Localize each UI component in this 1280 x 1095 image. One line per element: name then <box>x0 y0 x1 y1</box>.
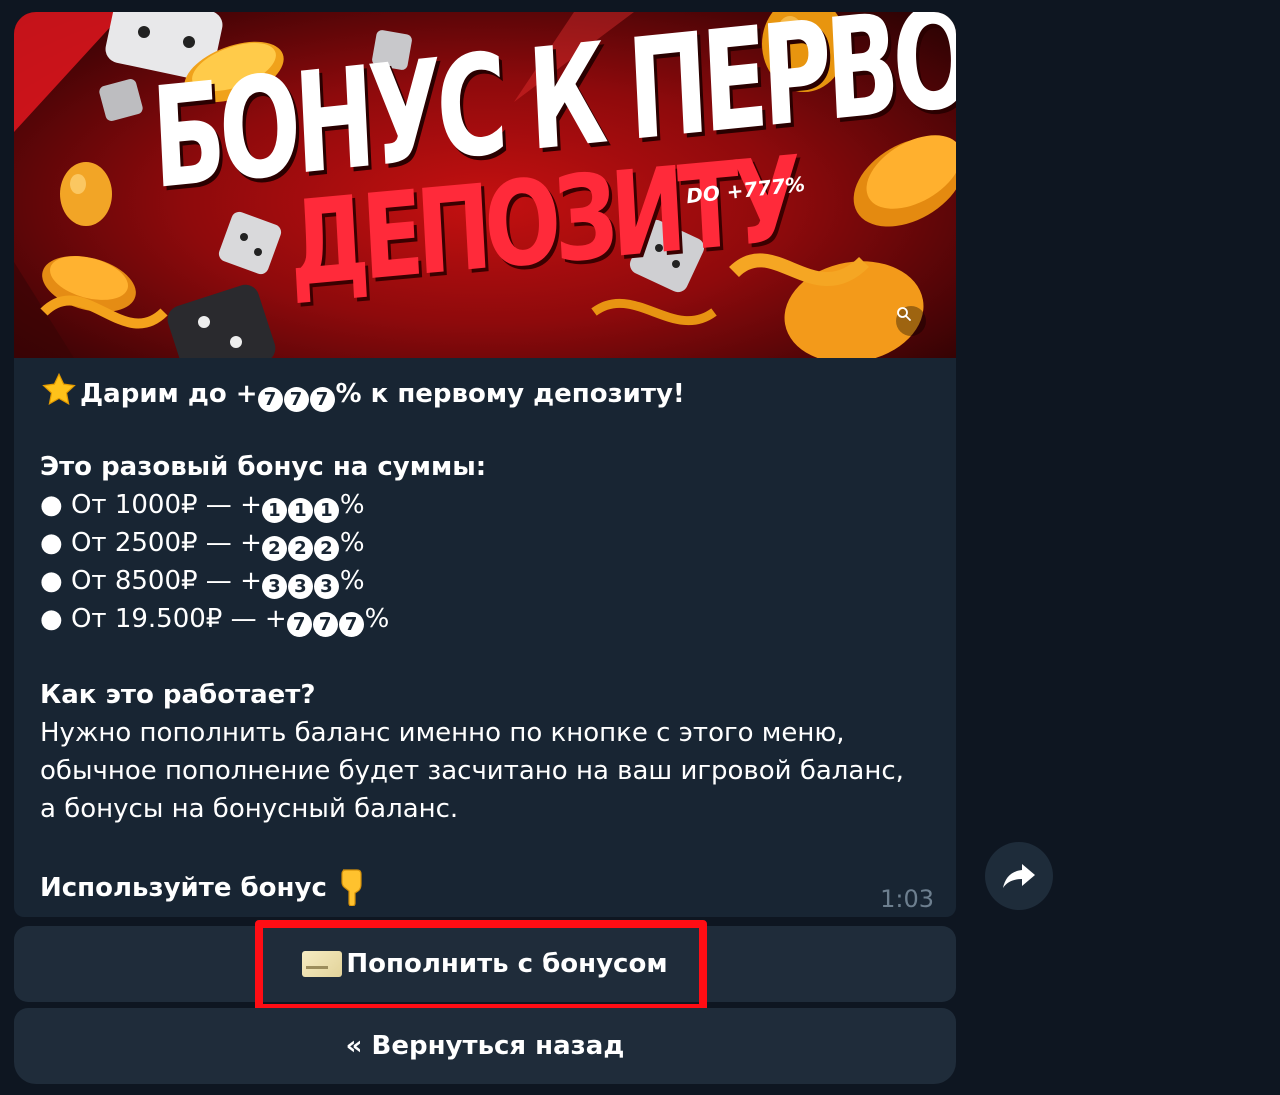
keycap-digit: 1 <box>287 498 313 523</box>
message-text: Дарим до +7 7 7% к первому депозиту! Это р… <box>40 372 940 906</box>
magnifier-icon <box>897 307 911 321</box>
keycap-digit: 1 <box>261 498 287 523</box>
keycap-digit: 7 <box>283 387 309 412</box>
bot-message: БОНУС К ПЕРВОМУ ДЕПОЗИТУ DO +777% Дарим … <box>14 12 956 917</box>
promo-banner-image[interactable]: БОНУС К ПЕРВОМУ ДЕПОЗИТУ DO +777% <box>14 12 956 358</box>
back-button[interactable]: « Вернуться назад <box>14 1008 956 1084</box>
keycap-digit: 1 <box>313 498 339 523</box>
tiers-title: Это разовый бонус на суммы: <box>40 452 487 482</box>
how-title: Как это работает? <box>40 680 316 710</box>
share-button[interactable] <box>985 842 1053 910</box>
share-arrow-icon <box>1003 864 1035 888</box>
star-emoji-icon <box>42 372 76 405</box>
how-line: а бонусы на бонусный баланс. <box>40 794 459 824</box>
highlight-box <box>255 920 707 1012</box>
keycap-digit: 3 <box>287 574 313 599</box>
message-time: 1:03 <box>880 885 934 913</box>
balloon-icon <box>60 162 112 226</box>
tier-line: ● От 8500₽ — +3 3 3% <box>40 566 365 599</box>
pointing-down-hand-icon <box>341 869 362 906</box>
how-line: Нужно пополнить баланс именно по кнопке … <box>40 718 845 748</box>
keycap-digit: 7 <box>312 612 338 637</box>
keycap-digit: 3 <box>261 574 287 599</box>
tier-line: ● От 19.500₽ — +7 7 7% <box>40 604 390 637</box>
cta-line: Используйте бонус <box>40 866 940 906</box>
tier-line: ● От 1000₽ — +1 1 1% <box>40 490 365 523</box>
zoom-button[interactable] <box>896 306 926 336</box>
keycap-digit: 3 <box>313 574 339 599</box>
keycap-digit: 7 <box>309 387 335 412</box>
keycap-digit: 7 <box>338 612 364 637</box>
keycap-digit: 7 <box>257 387 283 412</box>
keycap-digit: 2 <box>313 536 339 561</box>
dice-icon <box>218 211 282 275</box>
headline: Дарим до +7 7 7% к первому депозиту! <box>40 372 940 412</box>
dice-icon <box>99 79 143 121</box>
keycap-digit: 7 <box>286 612 312 637</box>
keycap-digit: 2 <box>287 536 313 561</box>
dice-icon <box>167 284 276 358</box>
tier-line: ● От 2500₽ — +2 2 2% <box>40 528 365 561</box>
how-line: обычное пополнение будет засчитано на ва… <box>40 756 904 786</box>
keycap-digit: 2 <box>261 536 287 561</box>
